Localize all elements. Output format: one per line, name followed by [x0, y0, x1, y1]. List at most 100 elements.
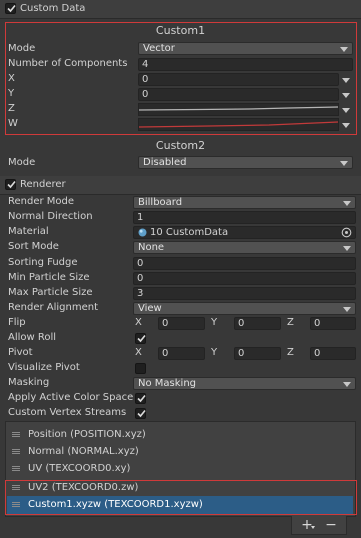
min-particle-size-value: 0	[137, 273, 144, 284]
custom1-w-curve[interactable]	[138, 118, 339, 131]
max-particle-size-field[interactable]: 3	[133, 287, 356, 300]
custom1-x-mode-icon[interactable]	[342, 78, 350, 83]
normal-direction-field[interactable]: 1	[133, 211, 356, 224]
drag-handle-icon[interactable]	[12, 449, 20, 454]
curve-preview-icon	[139, 106, 338, 111]
flip-x-label: X	[135, 317, 142, 328]
custom1-y-field[interactable]: 0	[138, 88, 339, 101]
sort-mode-label: Sort Mode	[8, 241, 59, 252]
visualize-pivot-label: Visualize Pivot	[8, 362, 80, 373]
pivot-y-value: 0	[238, 348, 245, 359]
stream-label: Normal (NORMAL.xyz)	[28, 446, 139, 457]
render-mode-label: Render Mode	[8, 196, 75, 207]
apply-active-color-space-label: Apply Active Color Space	[8, 392, 134, 403]
pivot-z-field[interactable]: 0	[310, 347, 356, 360]
custom-data-enabled-checkbox[interactable]	[5, 3, 16, 14]
custom1-x-field[interactable]: 0	[138, 73, 339, 86]
pivot-x-value: 0	[162, 348, 169, 359]
remove-stream-button[interactable]: −	[321, 516, 341, 534]
custom1-mode-label: Mode	[8, 43, 36, 54]
render-alignment-dropdown[interactable]: View	[133, 302, 356, 315]
allow-roll-checkbox[interactable]	[135, 333, 146, 344]
custom2-mode-value: Disabled	[143, 157, 187, 168]
flip-x-field[interactable]: 0	[158, 317, 205, 330]
max-particle-size-label: Max Particle Size	[8, 287, 93, 298]
stream-label: UV2 (TEXCOORD0.zw)	[28, 482, 139, 493]
flip-y-label: Y	[211, 317, 218, 328]
render-alignment-label: Render Alignment	[8, 302, 99, 313]
drag-handle-icon[interactable]	[12, 485, 20, 490]
object-picker-icon[interactable]	[341, 227, 352, 238]
flip-label: Flip	[8, 317, 26, 328]
custom1-z-label: Z	[8, 103, 15, 114]
chevron-down-icon	[343, 201, 351, 206]
normal-direction-value: 1	[137, 212, 144, 223]
min-particle-size-field[interactable]: 0	[133, 272, 356, 285]
sorting-fudge-field[interactable]: 0	[133, 257, 356, 270]
custom1-mode-dropdown[interactable]: Vector	[138, 42, 353, 55]
custom1-title: Custom1	[155, 24, 206, 37]
custom1-z-mode-icon[interactable]	[342, 108, 350, 113]
pivot-x-label: X	[135, 347, 142, 358]
custom-data-header[interactable]: Custom Data	[0, 0, 361, 19]
custom1-y-mode-icon[interactable]	[342, 93, 350, 98]
add-stream-button[interactable]: +	[297, 516, 317, 534]
chevron-down-icon	[340, 47, 348, 52]
drag-handle-icon[interactable]	[12, 466, 20, 471]
custom1-x-value: 0	[142, 74, 149, 85]
custom2-mode-dropdown[interactable]: Disabled	[138, 156, 353, 169]
pivot-y-field[interactable]: 0	[234, 347, 281, 360]
drag-handle-icon[interactable]	[12, 432, 20, 437]
custom-vertex-streams-label: Custom Vertex Streams	[8, 407, 127, 418]
material-label: Material	[8, 226, 49, 237]
pivot-y-label: Y	[211, 347, 218, 358]
sorting-fudge-label: Sorting Fudge	[8, 257, 78, 268]
num-components-field[interactable]: 4	[138, 58, 353, 71]
material-field[interactable]: 10 CustomData	[133, 226, 356, 239]
chevron-down-icon	[343, 307, 351, 312]
sort-mode-dropdown[interactable]: None	[133, 241, 356, 254]
custom2-title: Custom2	[155, 139, 206, 152]
stream-row-normal[interactable]: Normal (NORMAL.xyz)	[7, 443, 353, 461]
renderer-enabled-checkbox[interactable]	[5, 179, 16, 190]
chevron-down-icon	[343, 246, 351, 251]
curve-preview-icon	[139, 121, 338, 128]
flip-y-field[interactable]: 0	[234, 317, 281, 330]
custom1-w-mode-icon[interactable]	[342, 123, 350, 128]
masking-label: Masking	[8, 377, 50, 388]
custom2-mode-label: Mode	[8, 157, 36, 168]
flip-z-field[interactable]: 0	[310, 317, 356, 330]
stream-row-position[interactable]: Position (POSITION.xyz)	[7, 426, 353, 444]
stream-label: UV (TEXCOORD0.xy)	[28, 463, 131, 474]
stream-label: Custom1.xyzw (TEXCOORD1.xyzw)	[28, 499, 203, 510]
max-particle-size-value: 3	[137, 288, 144, 299]
stream-row-uv[interactable]: UV (TEXCOORD0.xy)	[7, 460, 353, 478]
masking-value: No Masking	[138, 378, 196, 389]
pivot-x-field[interactable]: 0	[158, 347, 205, 360]
custom-vertex-streams-checkbox[interactable]	[135, 408, 146, 419]
visualize-pivot-checkbox[interactable]	[135, 363, 146, 374]
stream-row-custom1-selected[interactable]: Custom1.xyzw (TEXCOORD1.xyzw)	[7, 496, 353, 514]
renderer-header[interactable]: Renderer	[0, 176, 361, 195]
render-mode-dropdown[interactable]: Billboard	[133, 196, 356, 209]
stream-row-uv2[interactable]: UV2 (TEXCOORD0.zw)	[7, 479, 353, 497]
custom1-mode-value: Vector	[143, 43, 175, 54]
apply-active-color-space-checkbox[interactable]	[135, 393, 146, 404]
normal-direction-label: Normal Direction	[8, 211, 93, 222]
pivot-z-label: Z	[287, 347, 294, 358]
num-components-label: Number of Components	[8, 58, 128, 69]
check-icon	[137, 394, 146, 403]
pivot-label: Pivot	[8, 347, 33, 358]
render-mode-value: Billboard	[138, 197, 183, 208]
custom1-x-label: X	[8, 73, 15, 84]
renderer-title: Renderer	[20, 179, 66, 190]
custom1-z-curve[interactable]	[138, 103, 339, 116]
check-icon	[137, 409, 146, 418]
chevron-down-icon	[340, 161, 348, 166]
drag-handle-icon[interactable]	[12, 502, 20, 507]
check-icon	[137, 334, 146, 343]
masking-dropdown[interactable]: No Masking	[133, 377, 356, 390]
flip-y-value: 0	[238, 318, 245, 329]
custom1-y-value: 0	[142, 89, 149, 100]
render-alignment-value: View	[138, 303, 162, 314]
